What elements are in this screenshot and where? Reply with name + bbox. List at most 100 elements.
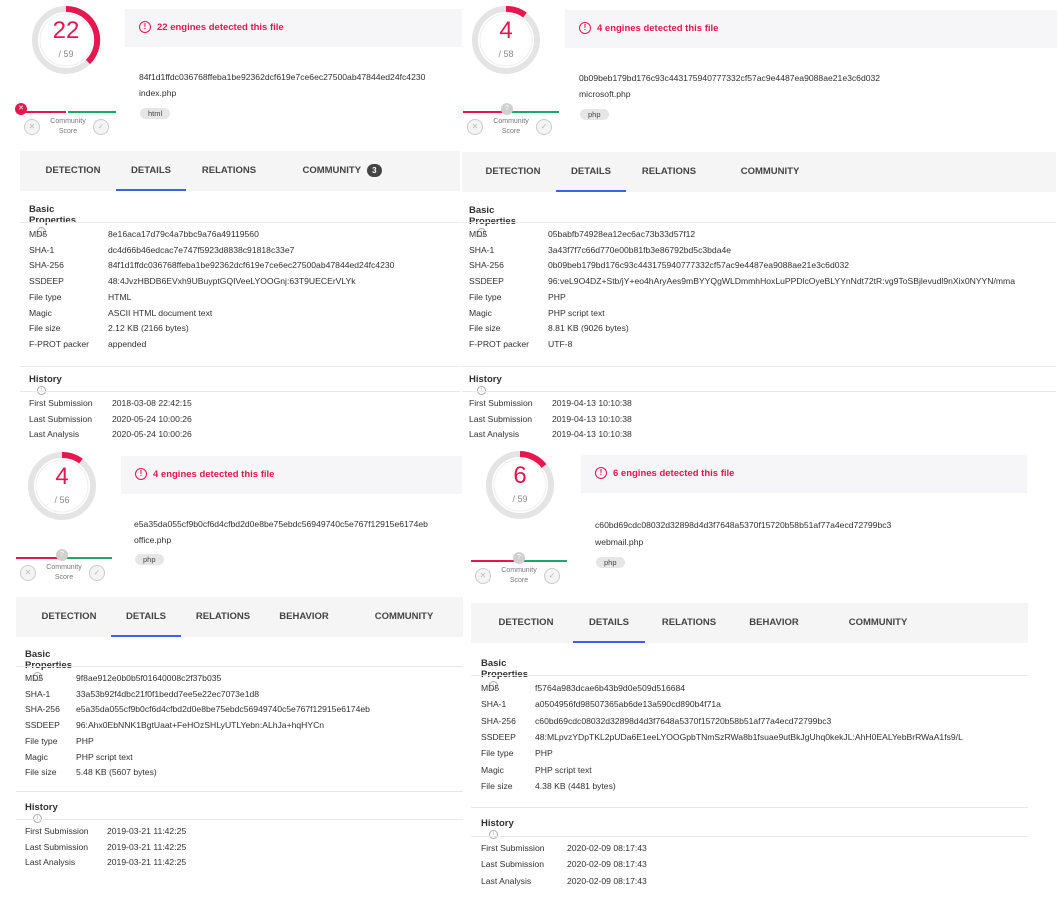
property-value[interactable]: 05babfb74928ea12ec6ac73b33d57f12 bbox=[548, 227, 695, 242]
property-value[interactable]: HTML bbox=[108, 290, 131, 305]
alert-text: 22 engines detected this file bbox=[157, 22, 284, 33]
property-value[interactable]: 48:4JvzHBDB6EVxh9UBuyptGQIVeeLYOOGnj:63T… bbox=[108, 274, 356, 289]
community-score-label: Community Score bbox=[50, 118, 86, 135]
divider bbox=[462, 366, 1056, 367]
tab-detection[interactable]: DETECTION bbox=[26, 597, 112, 637]
tab-relations[interactable]: RELATIONS bbox=[190, 151, 268, 191]
history-row: Last Submission 2019-04-13 10:10:38 bbox=[469, 412, 769, 427]
property-value[interactable]: 96:veL9O4DZ+Stb/jY+eo4hAryAes9mBYYQgWLDm… bbox=[548, 274, 1015, 289]
property-value[interactable]: ASCII HTML document text bbox=[108, 306, 212, 321]
property-value[interactable]: PHP bbox=[76, 734, 94, 749]
community-score: ? ✕ Community Score ✓ bbox=[463, 103, 559, 151]
property-value[interactable]: 48:MLpvzYDpTKL2pUDa6E1eeLYOOGpbTNmSzRWa8… bbox=[535, 730, 963, 745]
community-score: ? ✕ Community Score ✓ bbox=[471, 552, 567, 600]
community-score: ? ✕ Community Score ✓ bbox=[16, 549, 112, 597]
file-name: office.php bbox=[134, 535, 172, 545]
tab-details[interactable]: DETAILS bbox=[556, 152, 626, 192]
history-value: 2020-02-09 08:17:43 bbox=[567, 875, 647, 886]
detection-gauge: 6 / 59 bbox=[485, 450, 555, 520]
tab-relations[interactable]: RELATIONS bbox=[649, 603, 729, 643]
property-row: File type PHP bbox=[469, 290, 1029, 305]
vote-up-icon[interactable]: ✓ bbox=[536, 119, 552, 135]
property-key: SSDEEP bbox=[25, 720, 60, 731]
property-value[interactable]: e5a35da055cf9b0cf6d4cfbd2d0e8be75ebdc569… bbox=[76, 702, 370, 717]
property-value[interactable]: PHP bbox=[535, 746, 553, 761]
property-value[interactable]: appended bbox=[108, 337, 146, 352]
tab-detection[interactable]: DETECTION bbox=[30, 151, 116, 191]
property-value[interactable]: a0504956fd98507365ab6de13a590cd890b4f71a bbox=[535, 697, 721, 712]
property-value[interactable]: PHP bbox=[548, 290, 566, 305]
property-row: File size 8.81 KB (9026 bytes) bbox=[469, 321, 1029, 336]
tab-details[interactable]: DETAILS bbox=[573, 603, 645, 643]
file-tag[interactable]: html bbox=[140, 108, 171, 119]
tab-community[interactable]: COMMUNITY bbox=[835, 603, 921, 643]
property-value[interactable]: 8e16aca17d79c4a7bbc9a76a49119560 bbox=[108, 227, 259, 242]
property-value[interactable]: dc4d66b46edcac7e747f5923d8838c91818c33e7 bbox=[108, 243, 294, 258]
tab-detection[interactable]: DETECTION bbox=[472, 152, 554, 192]
tab-details[interactable]: DETAILS bbox=[116, 151, 186, 191]
property-value[interactable]: 5.48 KB (5607 bytes) bbox=[76, 765, 157, 780]
engine-total: / 59 bbox=[58, 49, 74, 59]
file-tag[interactable]: php bbox=[135, 554, 164, 565]
property-row: File size 4.38 KB (4481 bytes) bbox=[481, 779, 1041, 794]
file-name: webmail.php bbox=[595, 537, 644, 547]
property-key: MD5 bbox=[29, 229, 48, 239]
tab-relations[interactable]: RELATIONS bbox=[183, 597, 263, 637]
history-heading: Historyi bbox=[469, 374, 502, 396]
tab-community[interactable]: COMMUNITY 3 bbox=[292, 151, 392, 191]
tab-community[interactable]: COMMUNITY bbox=[728, 152, 812, 192]
property-key: SSDEEP bbox=[469, 276, 504, 287]
property-value[interactable]: 4.38 KB (4481 bytes) bbox=[535, 779, 616, 794]
engine-total: / 56 bbox=[54, 495, 70, 505]
file-tag[interactable]: php bbox=[580, 109, 609, 120]
vote-down-icon[interactable]: ✕ bbox=[24, 119, 40, 135]
section-title: History bbox=[469, 374, 502, 385]
detection-alert: ! 4 engines detected this file bbox=[565, 10, 1057, 48]
vote-up-icon[interactable]: ✓ bbox=[93, 119, 109, 135]
vote-up-icon[interactable]: ✓ bbox=[544, 568, 560, 584]
info-icon[interactable]: i bbox=[489, 829, 498, 839]
history-key: First Submission bbox=[469, 398, 533, 408]
divider bbox=[462, 222, 1056, 223]
property-value[interactable]: 33a53b92f4dbc21f0f1bedd7ee5e22ec7073e1d8 bbox=[76, 687, 259, 702]
property-value[interactable]: UTF-8 bbox=[548, 337, 572, 352]
vote-down-icon[interactable]: ✕ bbox=[475, 568, 491, 584]
tab-behavior[interactable]: BEHAVIOR bbox=[268, 597, 340, 637]
history-value: 2019-03-21 11:42:25 bbox=[107, 857, 187, 868]
tab-relations[interactable]: RELATIONS bbox=[630, 152, 708, 192]
file-hash[interactable]: 84f1d1ffdc036768ffeba1be92362dcf619e7ce6… bbox=[139, 72, 425, 82]
vote-up-icon[interactable]: ✓ bbox=[89, 565, 105, 581]
property-value[interactable]: PHP script text bbox=[548, 306, 605, 321]
property-value[interactable]: f5764a983dcae6b43b9d0e509d516684 bbox=[535, 681, 685, 696]
property-value[interactable]: PHP script text bbox=[535, 763, 592, 778]
property-value[interactable]: 3a43f7f7c66d770e00b81fb3e86792bd5c3bda4e bbox=[548, 243, 731, 258]
property-value[interactable]: 2.12 KB (2166 bytes) bbox=[108, 321, 189, 336]
file-hash[interactable]: e5a35da055cf9b0cf6d4cfbd2d0e8be75ebdc569… bbox=[134, 519, 428, 529]
file-hash[interactable]: c60bd69cdc08032d32898d4d3f7648a5370f1572… bbox=[595, 520, 891, 530]
property-value[interactable]: c60bd69cdc08032d32898d4d3f7648a5370f1572… bbox=[535, 714, 831, 729]
property-key: Magic bbox=[469, 307, 492, 318]
history-value: 2019-03-21 11:42:25 bbox=[107, 826, 187, 836]
file-hash[interactable]: 0b09beb179bd176c93c443175940777332cf57ac… bbox=[579, 73, 880, 83]
tab-details[interactable]: DETAILS bbox=[111, 597, 181, 637]
alert-circle-icon: ! bbox=[579, 22, 591, 35]
property-value[interactable]: 0b09beb179bd176c93c443175940777332cf57ac… bbox=[548, 258, 849, 273]
property-key: SHA-1 bbox=[25, 688, 51, 699]
property-value[interactable]: PHP script text bbox=[76, 750, 133, 765]
tab-community-label: COMMUNITY bbox=[302, 165, 362, 176]
property-value[interactable]: 96:Ahx0EbNNK1BgtUaat+FeHOzSHLyUTLYebn:AL… bbox=[76, 718, 324, 733]
vote-down-icon[interactable]: ✕ bbox=[20, 565, 36, 581]
property-row: Magic PHP script text bbox=[469, 306, 1029, 321]
property-value[interactable]: 8.81 KB (9026 bytes) bbox=[548, 321, 629, 336]
file-tag[interactable]: php bbox=[596, 557, 625, 568]
history-key: First Submission bbox=[481, 843, 545, 853]
tab-community[interactable]: COMMUNITY bbox=[362, 597, 446, 637]
property-value[interactable]: 9f8ae912e0b0b5f01640008c2f37b035 bbox=[76, 671, 221, 686]
vote-down-icon[interactable]: ✕ bbox=[467, 119, 483, 135]
property-value[interactable]: 84f1d1ffdc036768ffeba1be92362dcf619e7ce6… bbox=[108, 258, 394, 273]
tab-behavior[interactable]: BEHAVIOR bbox=[739, 603, 809, 643]
property-row: SSDEEP 48:MLpvzYDpTKL2pUDa6E1eeLYOOGpbTNm… bbox=[481, 730, 1041, 745]
property-key: SHA-1 bbox=[469, 244, 495, 255]
divider bbox=[20, 366, 460, 367]
tab-detection[interactable]: DETECTION bbox=[483, 603, 569, 643]
